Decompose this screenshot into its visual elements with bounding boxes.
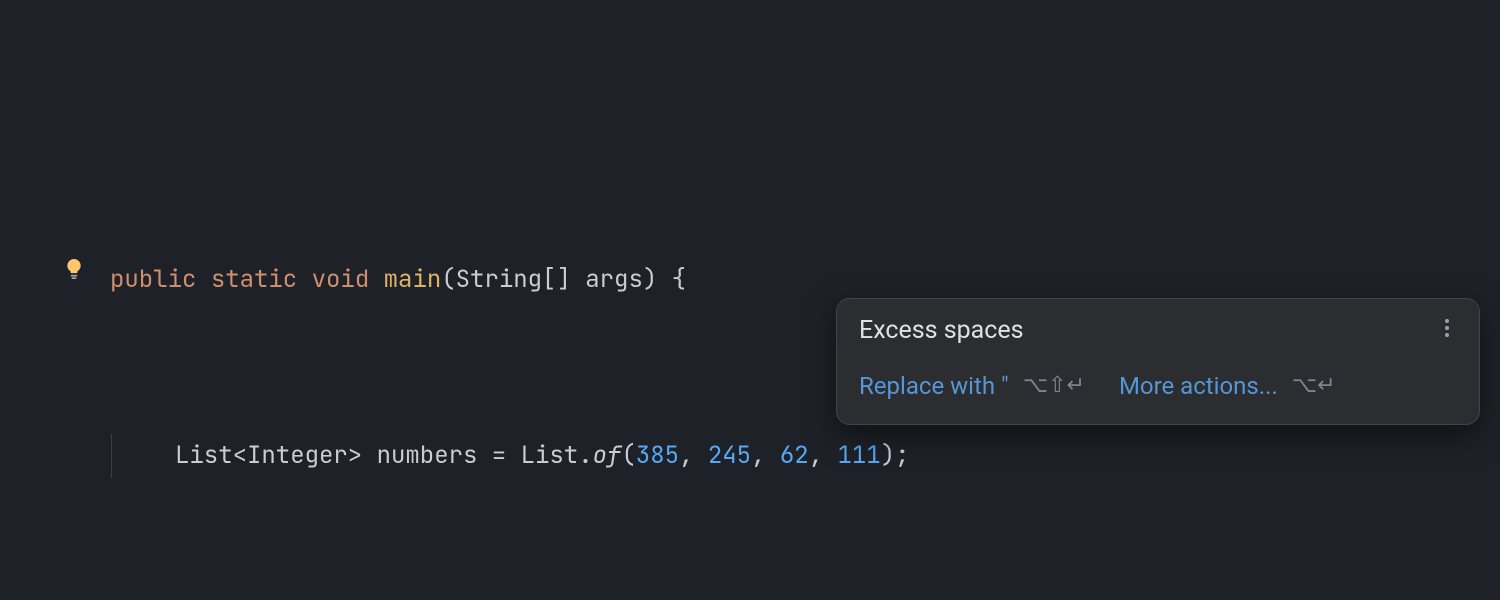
code-text: public static void main(String[] args) {: [110, 258, 686, 302]
inspection-popup: Excess spaces Replace with " ⌥⇧↵ More ac…: [836, 298, 1480, 425]
code-line[interactable]: public static void main(String[] args) {: [50, 258, 1500, 302]
quickfix-replace-label: Replace with ": [859, 370, 1009, 404]
intention-bulb-icon[interactable]: [6, 208, 26, 232]
shortcut-hint: ⌥↵: [1292, 371, 1336, 402]
inspection-title: Excess spaces: [859, 313, 1024, 348]
quickfix-replace-action[interactable]: Replace with " ⌥⇧↵: [859, 370, 1085, 404]
code-editor-viewport[interactable]: public static void main(String[] args) {…: [0, 0, 1500, 600]
shortcut-hint: ⌥⇧↵: [1023, 371, 1085, 402]
more-actions-label: More actions...: [1119, 370, 1278, 404]
kebab-menu-icon[interactable]: [1437, 313, 1457, 348]
code-text: List<Integer> numbers = List.of(385, 245…: [175, 440, 910, 471]
text-cursor-icon: [880, 254, 896, 284]
code-line[interactable]: List<Integer> numbers = List.of(385, 245…: [50, 434, 1500, 478]
more-actions-action[interactable]: More actions... ⌥↵: [1119, 370, 1336, 404]
